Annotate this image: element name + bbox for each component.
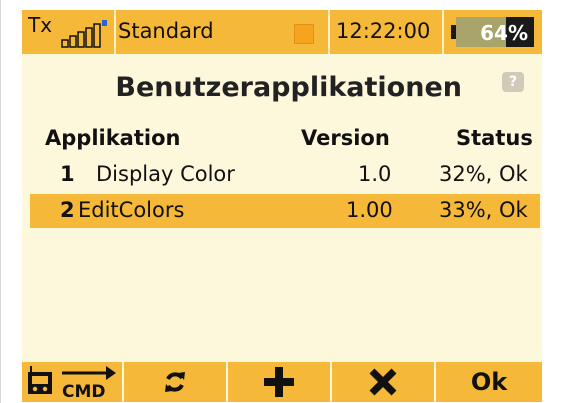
ok-label: Ok <box>470 368 508 396</box>
column-header-version: Version <box>301 126 390 150</box>
delete-button[interactable] <box>332 362 434 402</box>
cmd-button[interactable]: CMD <box>22 362 122 402</box>
status-divider <box>114 10 116 54</box>
clock[interactable]: 12:22:00 <box>336 19 430 43</box>
column-header-application: Applikation <box>45 126 181 150</box>
app-name: EditColors <box>78 198 185 222</box>
add-button[interactable] <box>228 362 330 402</box>
model-name[interactable]: Standard <box>118 19 214 43</box>
cmd-label: CMD <box>62 382 106 402</box>
arrow-right-icon <box>62 366 116 380</box>
refresh-icon <box>165 372 185 392</box>
table-row-selected[interactable]: 2 EditColors 1.00 33%, Ok <box>30 194 540 228</box>
plus-icon <box>264 367 294 397</box>
transmitter-screen: Tx Standard 12:22:00 64% Benutzerapplika… <box>22 10 542 402</box>
app-status: 32%, Ok <box>439 162 528 186</box>
row-number: 1 <box>60 162 75 186</box>
battery-percent: 64% <box>480 21 528 45</box>
close-icon <box>369 368 397 396</box>
bottom-toolbar: CMD Ok <box>22 362 542 402</box>
status-bar: Tx Standard 12:22:00 64% <box>22 10 542 54</box>
signal-strength-icon <box>61 20 107 48</box>
row-number: 2 <box>60 198 75 222</box>
app-version: 1.00 <box>346 198 393 222</box>
page-edge <box>0 0 1 403</box>
page-title: Benutzerapplikationen <box>115 72 462 103</box>
transmitter-cmd-icon <box>28 366 52 394</box>
status-divider <box>442 10 444 54</box>
table-row[interactable]: 1 Display Color 1.0 32%, Ok <box>30 158 540 192</box>
column-header-status: Status <box>456 126 533 150</box>
signal-section[interactable]: Tx <box>22 10 114 54</box>
refresh-button[interactable] <box>124 362 226 402</box>
tx-label: Tx <box>28 13 53 37</box>
app-status: 33%, Ok <box>439 198 528 222</box>
help-icon[interactable]: ? <box>502 72 524 92</box>
status-divider <box>328 10 330 54</box>
app-name: Display Color <box>96 162 235 186</box>
app-version: 1.0 <box>358 162 392 186</box>
battery-indicator[interactable]: 64% <box>456 17 534 47</box>
model-color-swatch <box>294 24 314 44</box>
ok-button[interactable]: Ok <box>436 362 542 402</box>
